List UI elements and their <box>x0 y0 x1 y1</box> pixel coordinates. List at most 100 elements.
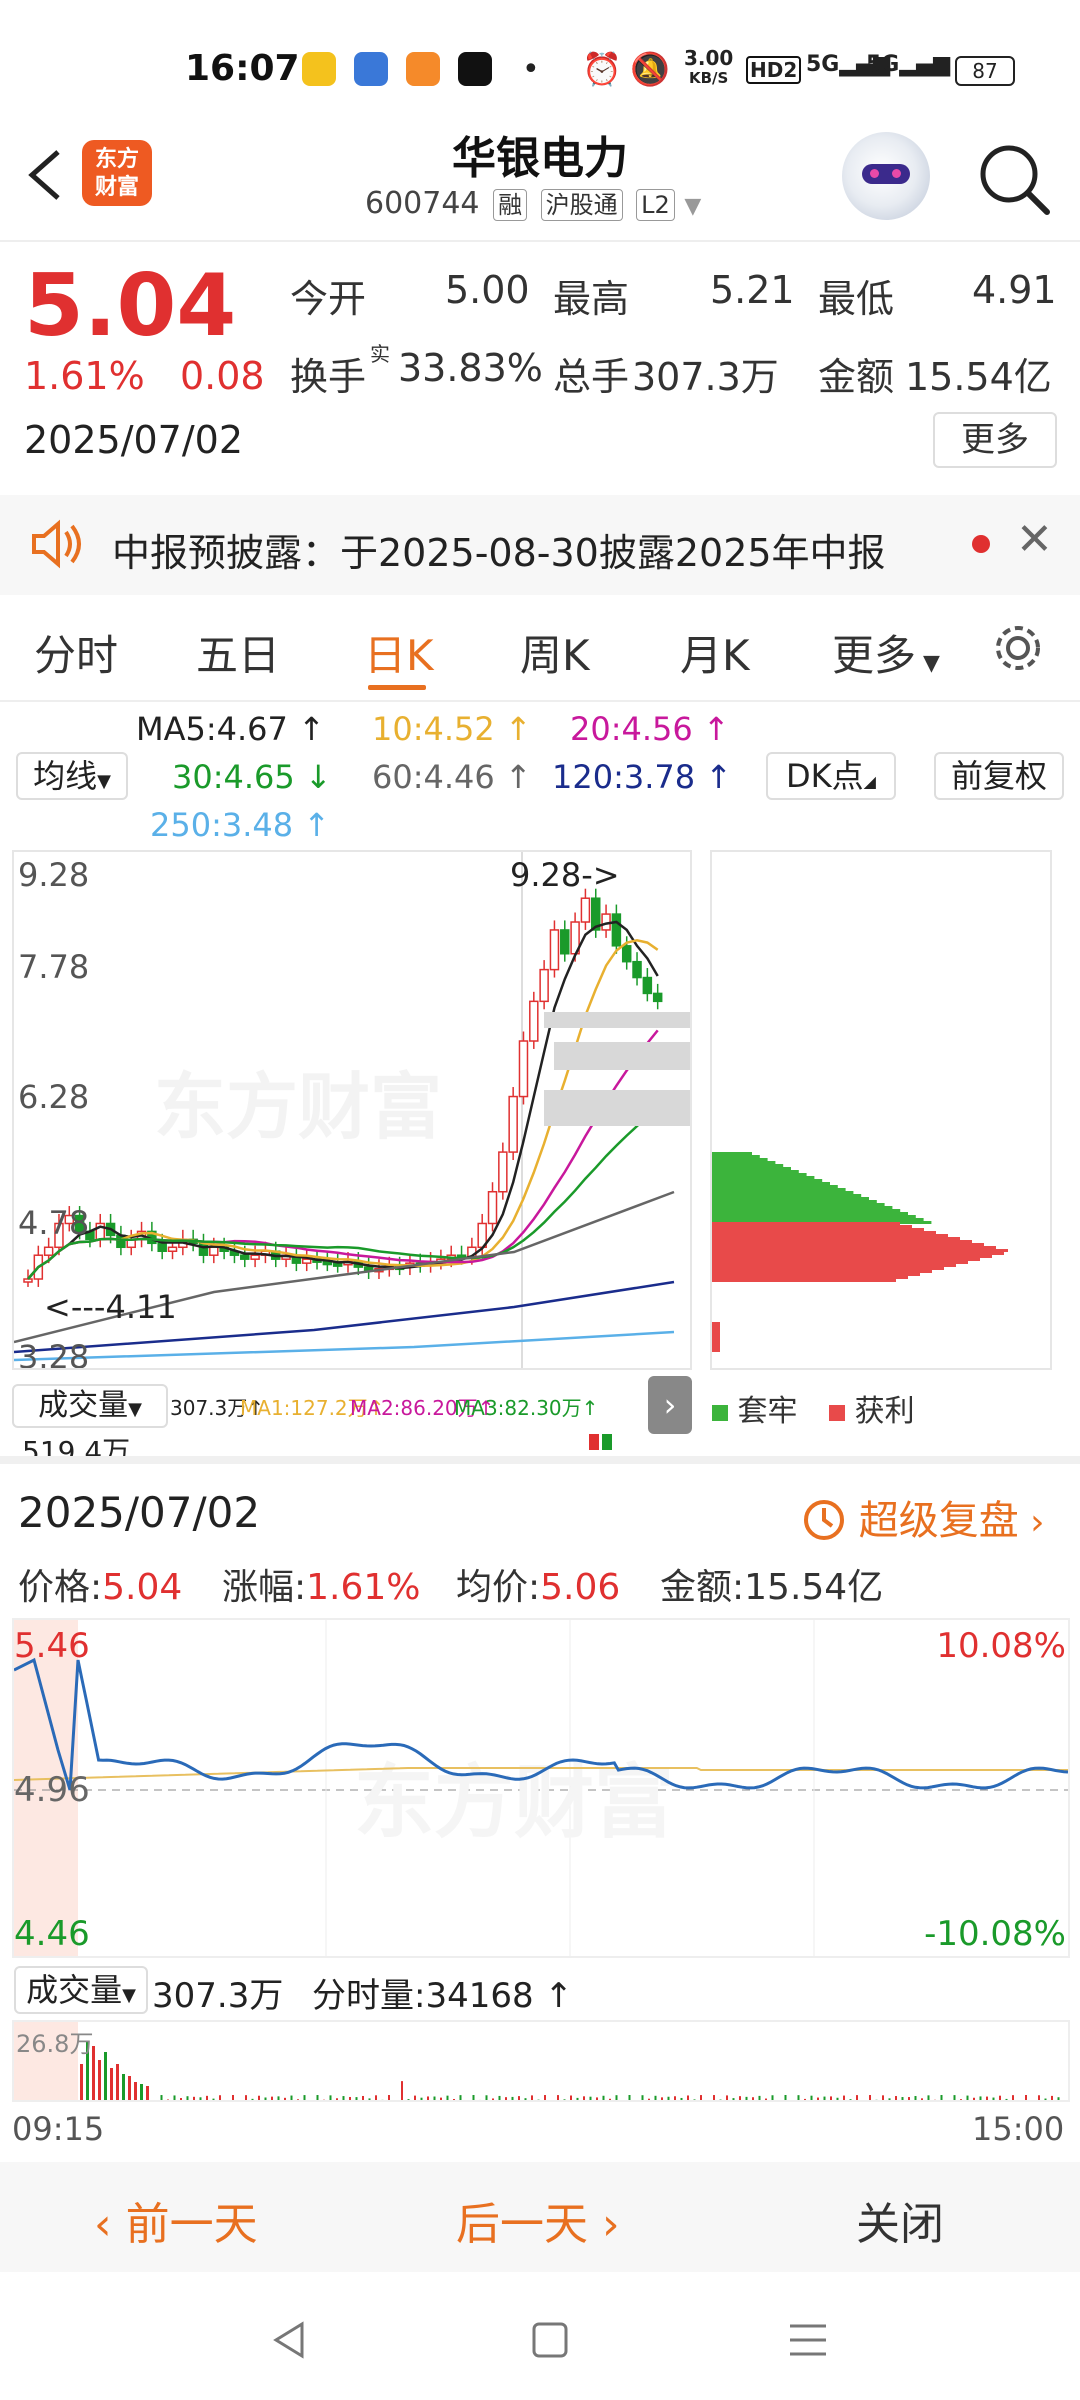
menu-icon <box>790 2324 826 2356</box>
logo-text-1: 东方 <box>94 147 139 172</box>
chip-bar <box>712 1328 720 1331</box>
nav-home-button[interactable] <box>528 2318 572 2366</box>
volume-bar <box>453 2099 455 2100</box>
candle <box>611 904 622 954</box>
legend-swatch-trapped <box>712 1405 728 1421</box>
volume-bar <box>609 2098 611 2100</box>
volume-bar <box>258 2095 260 2100</box>
back-arrow-icon <box>28 150 60 200</box>
chip-bar <box>712 1322 720 1325</box>
nav-menu-button[interactable] <box>786 2318 830 2366</box>
search-button[interactable] <box>975 140 1055 220</box>
low-value: 4.91 <box>972 268 1057 312</box>
ma-select-dropdown[interactable]: 均线▼ <box>16 752 128 800</box>
tab-intraday[interactable]: 分时 <box>34 622 118 683</box>
volume-bar <box>719 2099 722 2100</box>
tab-five-day[interactable]: 五日 <box>196 622 280 683</box>
volume-selector[interactable]: 成交量▼ <box>12 1384 168 1428</box>
min-marker: <---4.11 <box>44 1288 177 1326</box>
back-button[interactable] <box>20 140 80 210</box>
gear-icon <box>996 626 1040 670</box>
volume-bar <box>661 2097 663 2100</box>
volume-bar <box>1044 2098 1047 2100</box>
volume-bar <box>498 2095 501 2100</box>
candle <box>147 1221 157 1252</box>
volume-bar <box>953 2095 956 2100</box>
price-adjust-button[interactable]: 前复权 <box>934 752 1064 800</box>
volume-bar <box>271 2096 273 2100</box>
chip-bar <box>712 1264 956 1267</box>
super-replay-link[interactable]: 超级复盘 › <box>800 1488 1045 1546</box>
settings-button[interactable] <box>990 620 1046 680</box>
chip-bar <box>712 1276 908 1279</box>
clock-history-icon <box>804 1500 844 1540</box>
chip-bar <box>712 1164 784 1167</box>
volume-bar <box>414 2095 416 2100</box>
more-button[interactable]: 更多 <box>933 412 1057 468</box>
volume-bar <box>1012 2095 1014 2100</box>
volume-bar <box>368 2098 371 2100</box>
volume-bar <box>752 2097 754 2100</box>
close-button[interactable]: 关闭 <box>856 2188 944 2252</box>
intraday-volume-selector[interactable]: 成交量▼ <box>14 1966 148 2014</box>
prev-day-button[interactable]: ‹ 前一天 <box>94 2188 258 2252</box>
dk-point-button[interactable]: DK点◢ <box>766 752 896 800</box>
ai-assistant-icon[interactable] <box>842 132 930 220</box>
volume-bar <box>349 2096 351 2100</box>
volume-bar <box>446 2095 449 2100</box>
volume-bar <box>329 2095 332 2100</box>
volume-bar <box>713 2095 715 2100</box>
volume-bar <box>921 2098 923 2100</box>
chip-bar <box>712 1215 916 1218</box>
volume-bar <box>336 2098 338 2100</box>
y-top-pct: 10.08% <box>936 1626 1066 1666</box>
chip-bar <box>712 1346 720 1349</box>
candle <box>560 920 570 962</box>
volume-bar <box>849 2099 852 2100</box>
dot-icon: • <box>522 52 540 87</box>
vol-ma3: MA3:82.30万↑ <box>454 1396 599 1420</box>
chip-distribution-chart[interactable] <box>710 850 1052 1370</box>
kline-chart[interactable]: 东方财富 9.28 7.78 6.28 4.78 3.28 9.28-> <--… <box>12 850 692 1370</box>
y-label-0: 9.28 <box>18 856 90 894</box>
chip-bar <box>712 1279 896 1282</box>
volume-bar <box>440 2097 442 2100</box>
app-logo[interactable]: 东方 财富 <box>82 140 152 206</box>
expand-arrow-button[interactable]: › <box>648 1376 692 1434</box>
next-day-button[interactable]: 后一天 › <box>456 2188 620 2252</box>
nav-back-button[interactable] <box>268 2318 312 2366</box>
tiktok-icon <box>458 52 492 86</box>
volume-bar <box>466 2101 468 2102</box>
volume-bar <box>635 2100 637 2102</box>
speaker-icon <box>28 518 84 574</box>
volume-bar <box>226 2100 228 2102</box>
tab-monthly-k[interactable]: 月K <box>680 622 750 683</box>
resistance-block <box>544 1090 690 1126</box>
volume-bar <box>882 2095 884 2100</box>
stock-code: 600744 <box>365 186 480 221</box>
watermark: 东方财富 <box>154 1065 442 1149</box>
volume-bar <box>797 2095 800 2100</box>
divider <box>0 700 1080 702</box>
tab-daily-k[interactable]: 日K <box>364 622 434 683</box>
candle <box>126 1229 136 1256</box>
volume-bar <box>505 2097 507 2100</box>
candle <box>436 1249 446 1270</box>
volume-bar <box>707 2101 709 2102</box>
volume-bar <box>570 2095 572 2100</box>
low-label: 最低 <box>818 277 895 321</box>
chip-bar <box>712 1249 1008 1252</box>
tab-weekly-k[interactable]: 周K <box>520 622 590 683</box>
intraday-volume-chart: 26.8万 <box>12 2020 1070 2102</box>
intraday-chart[interactable]: 东方财富 5.46 4.96 4.46 10.08% -10.08% <box>12 1618 1070 1958</box>
tab-more[interactable]: 更多 ▼ <box>832 622 940 683</box>
volume-bar <box>388 2095 390 2100</box>
notice-text: 中报预披露：于2025-08-30披露2025年中报 <box>112 531 886 575</box>
square-home-icon <box>532 2322 568 2358</box>
close-icon[interactable]: ✕ <box>1016 514 1053 565</box>
dropdown-icon[interactable]: ▼ <box>684 194 701 219</box>
quote-date: 2025/07/02 <box>24 418 244 462</box>
chip-bar <box>712 1343 720 1346</box>
chip-bar <box>712 1206 893 1209</box>
chip-bar <box>712 1167 791 1170</box>
